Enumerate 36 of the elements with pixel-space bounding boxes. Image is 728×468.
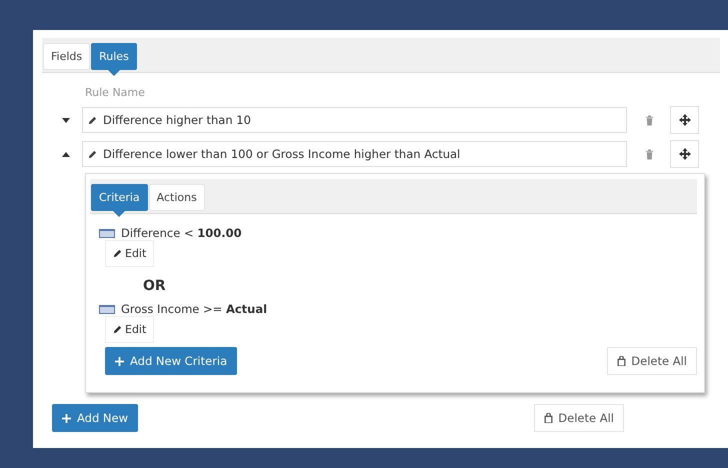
tab[interactable]: Actions [148, 184, 205, 211]
edit-button[interactable]: Edit [105, 316, 154, 343]
edit-button[interactable]: Edit [105, 240, 154, 267]
number-field-icon [99, 228, 115, 238]
rule-name-field[interactable]: Difference higher than 10 [82, 107, 627, 133]
tab-pointer-icon [108, 70, 120, 76]
tab[interactable]: Criteria [91, 184, 148, 211]
trash-icon[interactable] [645, 148, 654, 160]
move-icon [678, 114, 690, 126]
move-button[interactable] [670, 140, 699, 168]
delete-all-button[interactable]: Delete All [534, 404, 624, 432]
pencil-icon [113, 325, 122, 334]
add-criteria-button[interactable]: Add New Criteria [105, 347, 238, 375]
move-button[interactable] [670, 106, 699, 134]
delete-all-button[interactable]: Delete All [607, 347, 697, 375]
column-header: Rule Name [85, 86, 146, 99]
criteria-text: Gross Income >= Actual [121, 302, 268, 316]
lock-icon [544, 413, 554, 423]
caret-icon[interactable] [62, 118, 70, 122]
connector-label: OR [143, 278, 167, 294]
pencil-icon [88, 150, 97, 158]
move-icon [678, 148, 690, 160]
caret-icon[interactable] [62, 152, 70, 156]
tab-pointer-icon [113, 211, 126, 217]
tab[interactable]: Rules [91, 43, 137, 70]
rule-name-field[interactable]: Difference lower than 100 or Gross Income higher than Actual [82, 141, 627, 167]
plus-icon [115, 356, 124, 366]
add-new-button[interactable]: Add New [52, 404, 138, 432]
lock-icon [617, 356, 626, 366]
tab[interactable]: Fields [43, 43, 90, 70]
plus-icon [62, 414, 71, 422]
trash-icon[interactable] [645, 114, 654, 126]
pencil-icon [113, 249, 122, 258]
pencil-icon [88, 116, 97, 124]
number-field-icon [99, 304, 115, 314]
criteria-text: Difference < 100.00 [121, 226, 242, 240]
